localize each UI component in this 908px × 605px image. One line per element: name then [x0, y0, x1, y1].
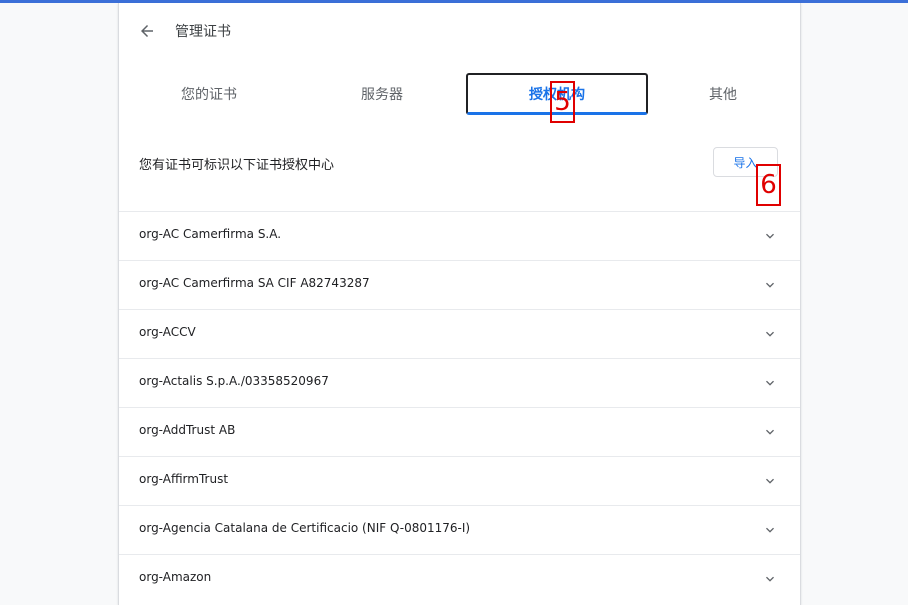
annotation-marker-6: 6: [756, 164, 781, 206]
authorities-description: 您有证书可标识以下证书授权中心: [139, 158, 335, 173]
certificate-tabs: 您的证书 服务器 授权机构 其他: [119, 73, 800, 119]
authority-row[interactable]: org-AddTrust AB: [119, 407, 800, 456]
chevron-down-icon[interactable]: [762, 473, 778, 489]
tab-others[interactable]: 其他: [633, 73, 800, 115]
authority-row[interactable]: org-AC Camerfirma SA CIF A82743287: [119, 260, 800, 309]
page-title: 管理证书: [175, 24, 231, 40]
authority-row[interactable]: org-AC Camerfirma S.A.: [119, 211, 800, 260]
authority-name: org-Amazon: [139, 570, 212, 584]
chevron-down-icon[interactable]: [762, 277, 778, 293]
authority-row[interactable]: org-AffirmTrust: [119, 456, 800, 505]
authority-name: org-AffirmTrust: [139, 472, 229, 486]
chevron-down-icon[interactable]: [762, 375, 778, 391]
authority-row[interactable]: org-Amazon: [119, 554, 800, 603]
authority-name: org-Agencia Catalana de Certificacio (NI…: [139, 521, 471, 535]
authority-name: org-AC Camerfirma S.A.: [139, 227, 282, 241]
chevron-down-icon[interactable]: [762, 326, 778, 342]
arrow-left-icon: [141, 25, 153, 37]
authority-name: org-AddTrust AB: [139, 423, 236, 437]
authority-name: org-ACCV: [139, 325, 196, 339]
chevron-down-icon[interactable]: [762, 571, 778, 587]
authority-list: org-AC Camerfirma S.A. org-AC Camerfirma…: [119, 211, 800, 603]
page-header: 管理证书: [119, 3, 800, 59]
tab-your-certificates[interactable]: 您的证书: [119, 73, 299, 115]
chevron-down-icon[interactable]: [762, 424, 778, 440]
authority-name: org-AC Camerfirma SA CIF A82743287: [139, 276, 370, 290]
certificate-manager-card: 管理证书 您的证书 服务器 授权机构 其他 您有证书可标识以下证书授权中心 导入…: [118, 3, 801, 605]
authority-row[interactable]: org-ACCV: [119, 309, 800, 358]
tab-servers[interactable]: 服务器: [292, 73, 472, 115]
annotation-marker-5: 5: [550, 81, 575, 123]
authority-row[interactable]: org-Agencia Catalana de Certificacio (NI…: [119, 505, 800, 554]
authority-row[interactable]: org-Actalis S.p.A./03358520967: [119, 358, 800, 407]
chevron-down-icon[interactable]: [762, 228, 778, 244]
back-button[interactable]: [133, 17, 161, 45]
chevron-down-icon[interactable]: [762, 522, 778, 538]
authority-name: org-Actalis S.p.A./03358520967: [139, 374, 329, 388]
